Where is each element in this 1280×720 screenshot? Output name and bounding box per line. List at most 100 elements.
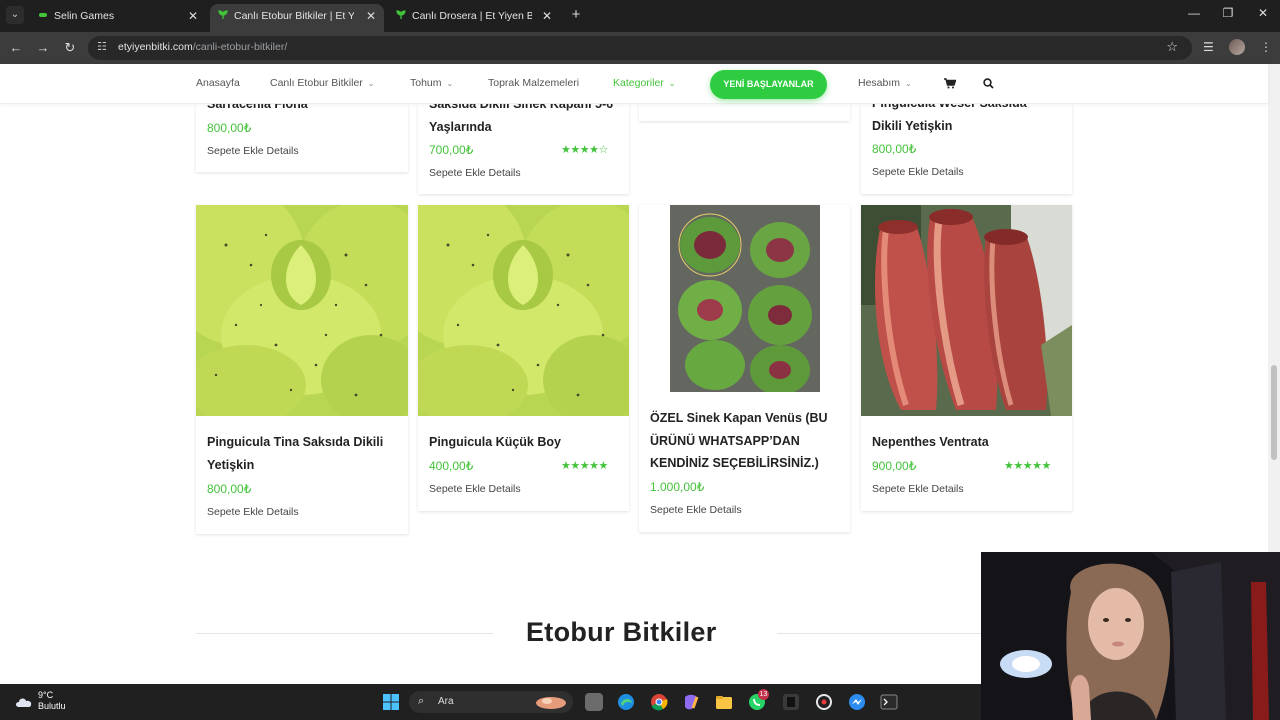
tab-close-icon[interactable]: ✕: [366, 4, 376, 28]
product-card[interactable]: Pinguicula Tina Saksıda Dikili Yetişkin 8…: [196, 205, 408, 534]
pinguicula-photo-icon: [196, 205, 408, 416]
new-tab-plus-icon[interactable]: +: [567, 6, 585, 23]
section-divider: [777, 633, 981, 634]
product-image[interactable]: [418, 205, 629, 416]
product-title[interactable]: Nepenthes Ventrata: [872, 431, 989, 454]
product-price: 1.000,00₺: [650, 480, 705, 494]
scrollbar-thumb[interactable]: [1271, 365, 1277, 460]
bookmark-star-icon[interactable]: ☆: [1166, 39, 1178, 55]
add-to-cart-details-links[interactable]: Sepete Ekle Details: [872, 166, 964, 178]
task-view-icon[interactable]: [585, 693, 603, 711]
product-card[interactable]: Nepenthes Ventrata 900,00₺ ★★★★★ Sepete …: [861, 205, 1072, 511]
product-price: 700,00₺: [429, 143, 474, 157]
search-icon: ⌕: [418, 695, 425, 707]
product-card[interactable]: ÖZEL Sinek Kapan Venüs (BU ÜRÜNÜ WHATSAPP…: [639, 205, 850, 532]
cloud-weather-icon[interactable]: [14, 694, 34, 708]
site-header-nav: Anasayfa Canlı Etobur Bitkiler ⌄ Tohum ⌄ T…: [0, 64, 1268, 104]
window-close-icon[interactable]: ✕: [1253, 6, 1273, 20]
command-prompt-icon[interactable]: [880, 693, 898, 711]
title-line: Dikili Yetişkin: [872, 118, 953, 133]
windows-start-icon[interactable]: [382, 693, 400, 711]
url-text[interactable]: etyiyenbitki.com/canli-etobur-bitkiler/: [118, 41, 287, 53]
search-highlight-icon: [536, 697, 566, 709]
nav-kategoriler[interactable]: Kategoriler ⌄: [613, 77, 675, 89]
browser-menu-icon[interactable]: ⋮: [1260, 40, 1272, 54]
rating-stars: ★★★★☆: [561, 144, 608, 156]
tab-search-menu-icon[interactable]: ⌄: [6, 6, 24, 24]
product-price: 800,00₺: [872, 142, 917, 156]
address-bar[interactable]: ☷ etyiyenbitki.com/canli-etobur-bitkiler…: [88, 36, 1192, 60]
product-price: 900,00₺: [872, 459, 917, 473]
edge-browser-icon[interactable]: [617, 693, 635, 711]
messenger-app-icon[interactable]: [848, 693, 866, 711]
file-explorer-icon[interactable]: [715, 693, 733, 711]
add-to-cart-details-links[interactable]: Sepete Ekle Details: [429, 167, 521, 179]
product-card[interactable]: Pinguicula Küçük Boy 400,00₺ ★★★★★ Sepet…: [418, 205, 629, 511]
weather-condition: Bulutlu: [38, 701, 66, 711]
tab-title: Canlı Drosera | Et Yiyen Bitki: [412, 10, 532, 22]
nav-label: Kategoriler: [613, 77, 664, 89]
game-favicon-icon: [39, 13, 47, 17]
back-arrow-icon[interactable]: ←: [8, 40, 24, 55]
product-image[interactable]: [861, 205, 1072, 416]
restore-icon[interactable]: ❐: [1218, 6, 1238, 20]
product-image[interactable]: [670, 205, 820, 392]
reload-icon[interactable]: ↻: [62, 40, 78, 56]
webcam-person-icon: [981, 552, 1280, 720]
product-card[interactable]: Saksıda Dikili Sinek Kapanı 5-6 Yaşlarınd…: [418, 97, 629, 194]
browser-tab-selin-games[interactable]: Selin Games ✕: [30, 4, 206, 32]
whatsapp-notification-badge: 13: [758, 689, 769, 700]
product-image[interactable]: [196, 205, 408, 416]
nav-canli-etobur-bitkiler[interactable]: Canlı Etobur Bitkiler ⌄: [270, 77, 375, 89]
nav-anasayfa[interactable]: Anasayfa: [196, 77, 240, 89]
tab-close-icon[interactable]: ✕: [188, 4, 198, 28]
product-card[interactable]: [639, 104, 850, 121]
browser-tab-drosera[interactable]: Canlı Drosera | Et Yiyen Bitki ✕: [388, 4, 560, 32]
product-card[interactable]: Sarracenia Flona 800,00₺ Sepete Ekle Det…: [196, 97, 408, 172]
tab-close-icon[interactable]: ✕: [542, 4, 552, 28]
product-title[interactable]: Pinguicula Tina Saksıda Dikili Yetişkin: [207, 431, 383, 476]
search-icon[interactable]: [983, 78, 994, 89]
profile-avatar[interactable]: [1229, 39, 1245, 55]
section-title: Etobur Bitkiler: [526, 617, 717, 647]
browser-tab-etobur-bitkiler[interactable]: Canlı Etobur Bitkiler | Et Yiyen Bitki ✕: [210, 4, 384, 32]
nav-hesabim[interactable]: Hesabım ⌄: [858, 77, 912, 89]
product-title[interactable]: Pinguicula Küçük Boy: [429, 431, 561, 454]
nav-label: Hesabım: [858, 77, 901, 89]
title-line: Pinguicula Tina Saksıda Dikili: [207, 435, 384, 449]
weather-widget[interactable]: 9°C Bulutlu: [38, 690, 66, 712]
terminal-app-icon[interactable]: [782, 693, 800, 711]
rating-stars: ★★★★★: [561, 460, 608, 472]
title-line: KENDİNİZ SEÇEBİLİRSİNİZ.): [650, 456, 819, 470]
chrome-browser-icon[interactable]: [650, 693, 668, 711]
venus-flytrap-photo-icon: [670, 205, 820, 392]
capture-app-icon[interactable]: [815, 693, 833, 711]
add-to-cart-details-links[interactable]: Sepete Ekle Details: [650, 504, 742, 516]
product-price: 800,00₺: [207, 482, 252, 496]
title-line: ÖZEL Sinek Kapan Venüs (BU: [650, 411, 828, 425]
browser-toolbar: ← → ↻ ☷ etyiyenbitki.com/canli-etobur-bi…: [0, 32, 1280, 64]
add-to-cart-details-links[interactable]: Sepete Ekle Details: [207, 145, 299, 157]
chevron-down-icon: ⌄: [905, 79, 912, 88]
product-price: 800,00₺: [207, 121, 252, 135]
product-card[interactable]: Pinguicula Weser SaksıdaDikili Yetişkin …: [861, 96, 1072, 194]
url-path: /canli-etobur-bitkiler/: [192, 41, 288, 53]
add-to-cart-details-links[interactable]: Sepete Ekle Details: [429, 483, 521, 495]
cart-icon[interactable]: [944, 78, 956, 89]
taskbar-search-label: Ara: [438, 696, 454, 707]
pinguicula-photo-icon: [418, 205, 629, 416]
forward-arrow-icon[interactable]: →: [35, 40, 51, 55]
media-controls-icon[interactable]: ☰: [1203, 40, 1214, 54]
add-to-cart-details-links[interactable]: Sepete Ekle Details: [207, 506, 299, 518]
product-title[interactable]: ÖZEL Sinek Kapan Venüs (BU ÜRÜNÜ WHATSAPP…: [650, 407, 828, 475]
yeni-baslayanlar-button[interactable]: YENİ BAŞLAYANLAR: [710, 70, 827, 99]
minimize-icon[interactable]: —: [1184, 6, 1204, 20]
chevron-down-icon: ⌄: [668, 79, 676, 88]
taskbar-search[interactable]: ⌕ Ara: [409, 691, 573, 713]
copilot-icon[interactable]: [682, 693, 700, 711]
nav-tohum[interactable]: Tohum ⌄: [410, 77, 453, 89]
site-info-icon[interactable]: ☷: [97, 40, 107, 53]
nav-toprak-malzemeleri[interactable]: Toprak Malzemeleri: [488, 77, 579, 89]
add-to-cart-details-links[interactable]: Sepete Ekle Details: [872, 483, 964, 495]
tab-title: Canlı Etobur Bitkiler | Et Yiyen Bitki: [234, 10, 354, 22]
